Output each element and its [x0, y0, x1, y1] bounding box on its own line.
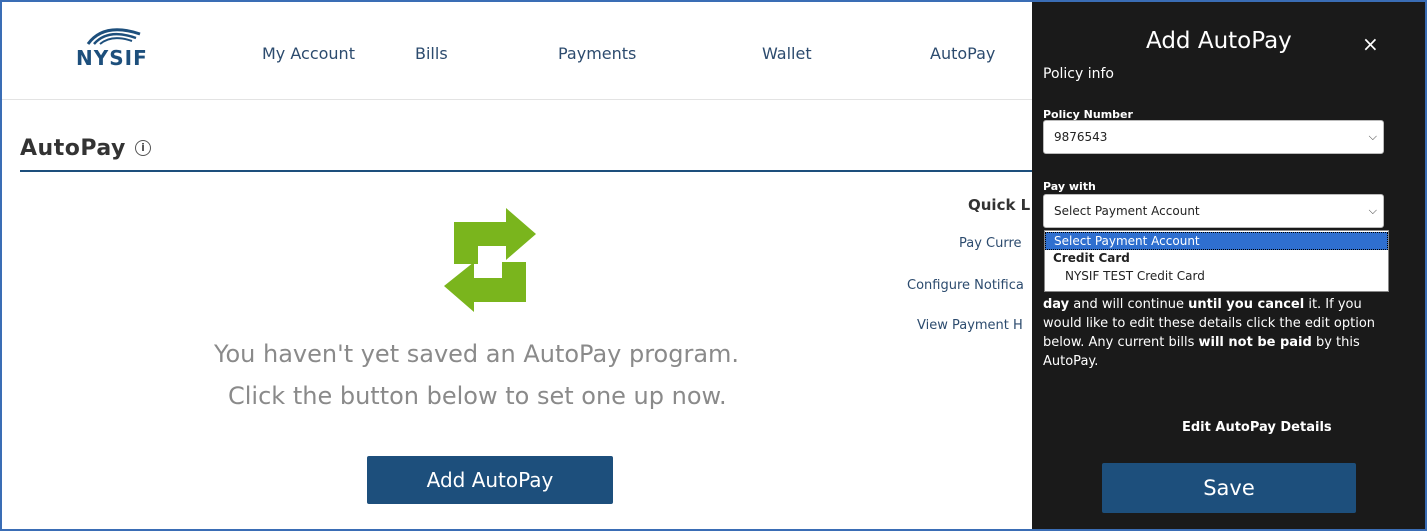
dropdown-group-credit-card: Credit Card [1053, 251, 1130, 265]
chevron-down-icon: ⌵ [1368, 204, 1377, 217]
nav-bills[interactable]: Bills [415, 44, 448, 63]
desc-part-3: until you cancel [1188, 297, 1305, 312]
nav-payments[interactable]: Payments [558, 44, 636, 63]
page-title: AutoPay [20, 136, 126, 161]
save-button[interactable]: Save [1102, 463, 1356, 513]
dropdown-option-select-payment-account[interactable]: Select Payment Account [1045, 232, 1388, 250]
page-title-bar: AutoPay i [20, 128, 1032, 172]
site-header: NYSIF My Account Bills Payments Wallet A… [2, 2, 1032, 100]
dropdown-option-nysif-test-credit-card[interactable]: NYSIF TEST Credit Card [1045, 268, 1388, 286]
panel-title: Add AutoPay [1146, 28, 1292, 54]
logo-wave-icon [86, 28, 141, 45]
quick-links-title: Quick L [968, 196, 1031, 214]
info-icon[interactable]: i [135, 140, 151, 156]
pay-with-select[interactable]: Select Payment Account ⌵ [1043, 194, 1384, 228]
quick-link-pay-current[interactable]: Pay Curre [959, 236, 1022, 251]
desc-part-1: day [1043, 297, 1070, 312]
desc-part-2: and will continue [1069, 297, 1189, 312]
quick-link-configure-notifications[interactable]: Configure Notifica [907, 278, 1024, 293]
nav-my-account[interactable]: My Account [262, 44, 355, 63]
logo-text: NYSIF [76, 46, 148, 70]
close-icon[interactable]: × [1362, 32, 1379, 56]
empty-state-line-1: You haven't yet saved an AutoPay program… [214, 340, 740, 368]
nysif-logo[interactable]: NYSIF [76, 24, 156, 70]
chevron-down-icon: ⌵ [1368, 130, 1377, 143]
add-autopay-panel: Add AutoPay × Policy info Policy Number … [1032, 2, 1425, 529]
pay-with-label: Pay with [1043, 180, 1096, 193]
payment-account-dropdown: Select Payment Account Credit Card NYSIF… [1044, 230, 1389, 292]
quick-link-view-payment-history[interactable]: View Payment H [917, 318, 1023, 333]
desc-part-5: will not be paid [1198, 335, 1312, 350]
pay-with-value: Select Payment Account [1054, 204, 1200, 218]
empty-state-line-2: Click the button below to set one up now… [228, 382, 727, 410]
nav-autopay[interactable]: AutoPay [930, 44, 995, 63]
repeat-arrows-icon [444, 208, 536, 312]
policy-number-value: 9876543 [1054, 130, 1108, 144]
add-autopay-button[interactable]: Add AutoPay [367, 456, 613, 504]
autopay-description: day and will continue until you cancel i… [1043, 295, 1388, 371]
edit-autopay-details-link[interactable]: Edit AutoPay Details [1182, 420, 1332, 435]
panel-subtitle: Policy info [1043, 66, 1114, 82]
nav-wallet[interactable]: Wallet [762, 44, 812, 63]
policy-number-select[interactable]: 9876543 ⌵ [1043, 120, 1384, 154]
